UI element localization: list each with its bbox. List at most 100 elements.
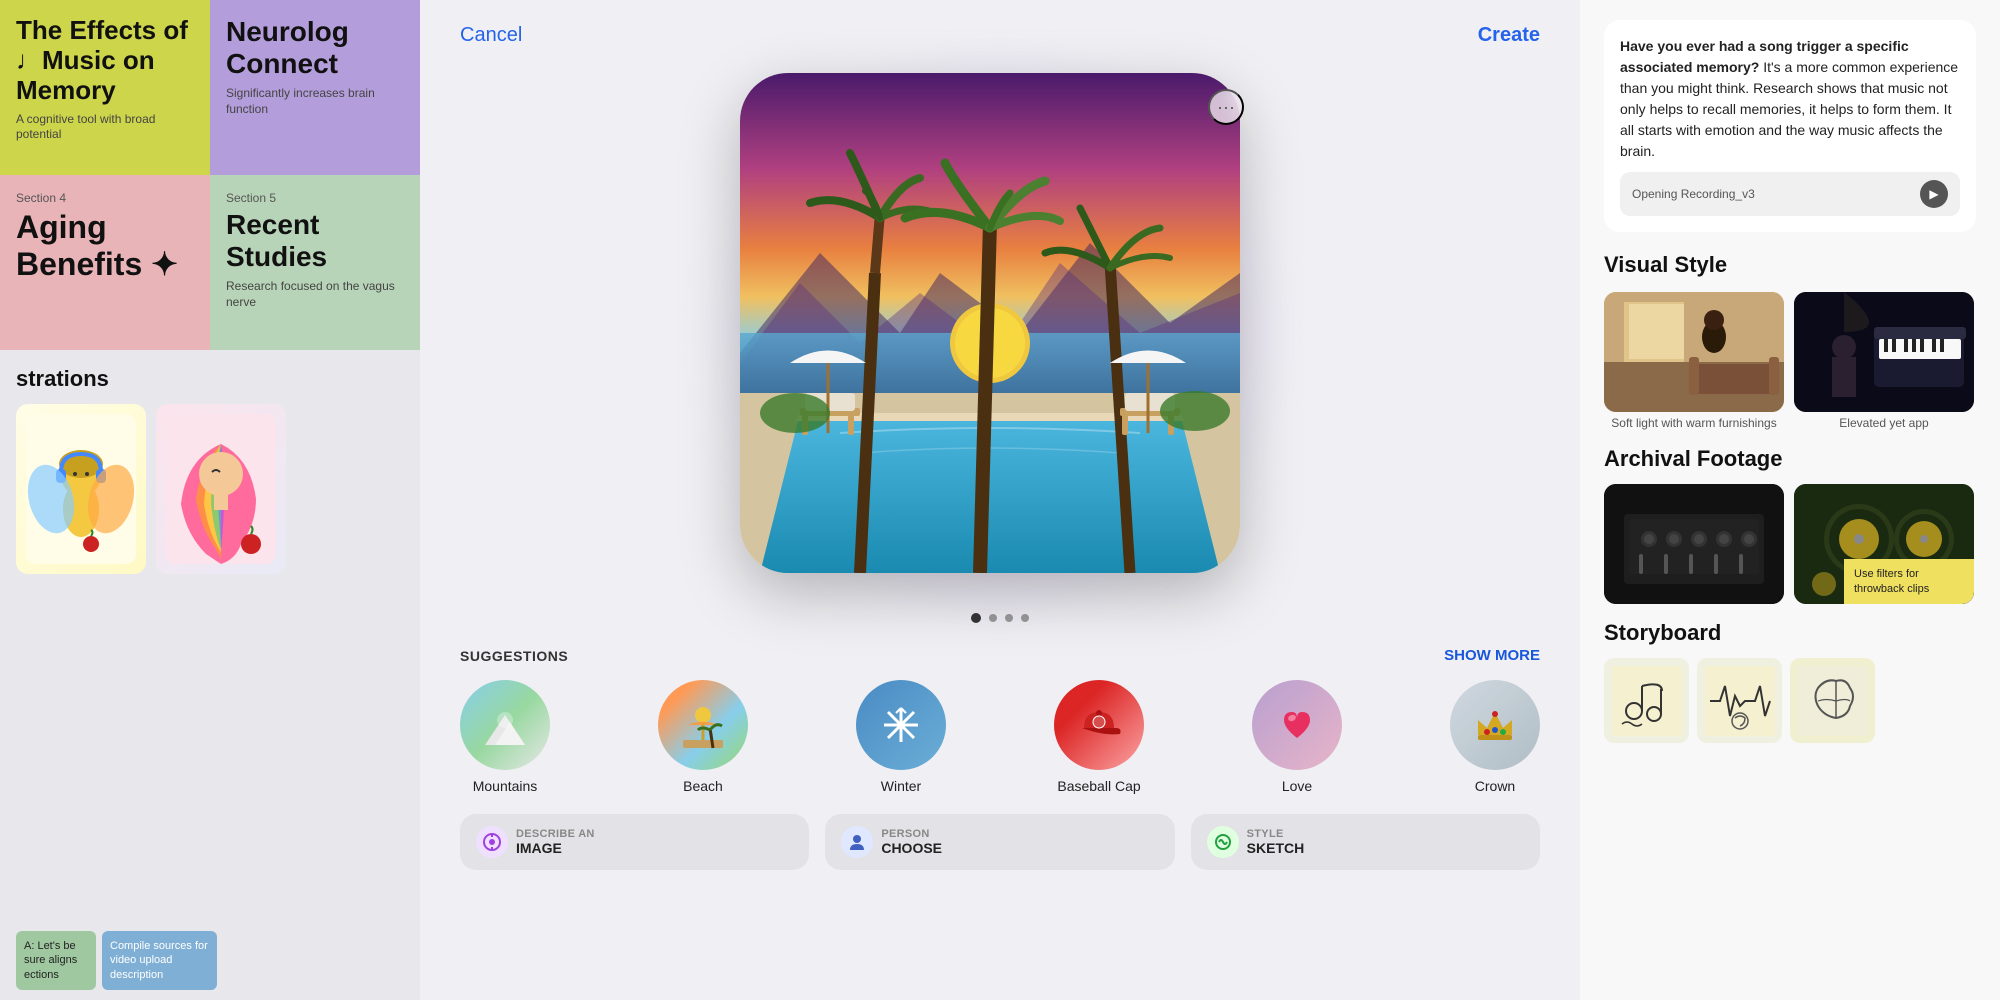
suggestion-baseball-cap[interactable]: Baseball Cap [1054,680,1144,794]
person-svg [847,832,867,852]
storyboard-wave-svg [1705,666,1775,736]
style-name: STYLE [1247,828,1305,840]
style-warm-label: Soft light with warm furnishings [1604,416,1784,430]
suggestions-row: Mountains Beach [460,680,1540,794]
card-recent-studies[interactable]: Section 5 Recent Studies Research focuse… [210,175,420,350]
sunset-pool-scene [740,73,1240,573]
person-value: CHOOSE [881,840,942,856]
show-more-button[interactable]: SHOW MORE [1444,647,1540,664]
center-panel: Cancel Create [420,0,1580,1000]
visual-style-row: Soft light with warm furnishings [1604,292,1976,430]
cancel-button[interactable]: Cancel [460,24,522,47]
suggestions-section: SUGGESTIONS SHOW MORE Mountains [420,623,1580,794]
suggestion-mountains[interactable]: Mountains [460,680,550,794]
beach-circle [658,680,748,770]
left-panel: The Effects of ♩Music on Memory A cognit… [0,0,420,1000]
audio-text: Have you ever had a song trigger a speci… [1620,36,1960,162]
colorful-girl-svg [166,414,276,564]
baseball-cap-circle [1054,680,1144,770]
archival-footage-title: Archival Footage [1604,446,1976,472]
card-studies-title: Recent Studies [226,209,404,273]
sticky-note-green[interactable]: A: Let's be sure aligns ections [16,931,96,990]
winter-circle [856,680,946,770]
describe-icon [476,826,508,858]
main-image-frame [740,73,1240,573]
style-elevated-thumb[interactable] [1794,292,1974,412]
style-elevated-label: Elevated yet app [1794,416,1974,430]
describe-svg [482,832,502,852]
describe-text: DESCRIBE AN IMAGE [516,828,595,856]
storyboard-thumb-2[interactable] [1697,658,1782,743]
card-aging-section: Section 4 [16,191,194,205]
cap-icon [1074,700,1124,750]
heart-icon [1272,700,1322,750]
suggestions-label: SUGGESTIONS [460,648,568,664]
storyboard-row [1604,658,1976,743]
storyboard-title: Storyboard [1604,620,1976,646]
mountains-icon [480,700,530,750]
sticky-notes-area: A: Let's be sure aligns ections Compile … [0,931,420,990]
card-neurology-subtitle: Significantly increases brain function [226,86,404,117]
illustrations-row [16,404,404,574]
tools-row: DESCRIBE AN IMAGE PERSON CHOOSE [420,794,1580,870]
style-warm-thumb[interactable] [1604,292,1784,412]
suggestion-winter[interactable]: Winter [856,680,946,794]
mountains-label: Mountains [473,778,538,794]
card-music-memory[interactable]: The Effects of ♩Music on Memory A cognit… [0,0,210,175]
crown-icon [1470,700,1520,750]
elevated-style-svg [1794,292,1974,412]
style-sketch-tool[interactable]: STYLE SKETCH [1191,814,1540,870]
card-aging-title: Aging Benefits ✦ [16,209,194,283]
play-button[interactable]: ▶ [1920,180,1948,208]
card-music-subtitle: A cognitive tool with broad potential [16,112,194,143]
audio-card: Have you ever had a song trigger a speci… [1604,20,1976,232]
visual-style-title: Visual Style [1604,252,1976,278]
card-aging[interactable]: Section 4 Aging Benefits ✦ [0,175,210,350]
mountains-circle [460,680,550,770]
suggestion-love[interactable]: Love [1252,680,1342,794]
main-image-container: ··· [740,73,1260,593]
person-choose-tool[interactable]: PERSON CHOOSE [825,814,1174,870]
person-text: PERSON CHOOSE [881,828,942,856]
beach-icon [678,700,728,750]
archival-overlay: Use filters for throwback clips [1844,559,1974,604]
suggestion-crown[interactable]: Crown [1450,680,1540,794]
butterfly-girl-svg [26,414,136,564]
storyboard-thumb-3[interactable] [1790,658,1875,743]
storyboard-music-svg [1612,666,1682,736]
card-studies-section: Section 5 [226,191,404,205]
style-elevated-thumb-container: Elevated yet app [1794,292,1974,430]
describe-value: IMAGE [516,840,595,856]
storyboard-brain-svg [1798,666,1868,736]
suggestions-header: SUGGESTIONS SHOW MORE [460,647,1540,664]
winter-label: Winter [881,778,921,794]
suggestion-beach[interactable]: Beach [658,680,748,794]
more-options-button[interactable]: ··· [1208,89,1244,125]
colorful-girl-thumb[interactable] [156,404,286,574]
audio-filename: Opening Recording_v3 [1632,187,1755,201]
butterfly-girl-thumb[interactable] [16,404,146,574]
love-label: Love [1282,778,1312,794]
baseball-cap-label: Baseball Cap [1057,778,1140,794]
archival-dark-thumb[interactable] [1604,484,1784,604]
illustrations-section: strations [0,350,420,590]
cards-grid: The Effects of ♩Music on Memory A cognit… [0,0,420,350]
archival-dark-svg [1604,484,1784,604]
style-icon [1207,826,1239,858]
illustrations-label: strations [16,366,404,392]
crown-circle [1450,680,1540,770]
style-text: STYLE SKETCH [1247,828,1305,856]
card-neurology[interactable]: Neurolog Connect Significantly increases… [210,0,420,175]
archival-green-thumb[interactable]: Use filters for throwback clips [1794,484,1974,604]
create-button[interactable]: Create [1478,24,1540,47]
beach-label: Beach [683,778,723,794]
sticky-note-blue[interactable]: Compile sources for video upload descrip… [102,931,217,990]
person-name: PERSON [881,828,942,840]
describe-name: DESCRIBE AN [516,828,595,840]
storyboard-thumb-1[interactable] [1604,658,1689,743]
card-studies-subtitle: Research focused on the vagus nerve [226,279,404,310]
describe-image-tool[interactable]: DESCRIBE AN IMAGE [460,814,809,870]
style-svg [1213,832,1233,852]
love-circle [1252,680,1342,770]
audio-player[interactable]: Opening Recording_v3 ▶ [1620,172,1960,216]
